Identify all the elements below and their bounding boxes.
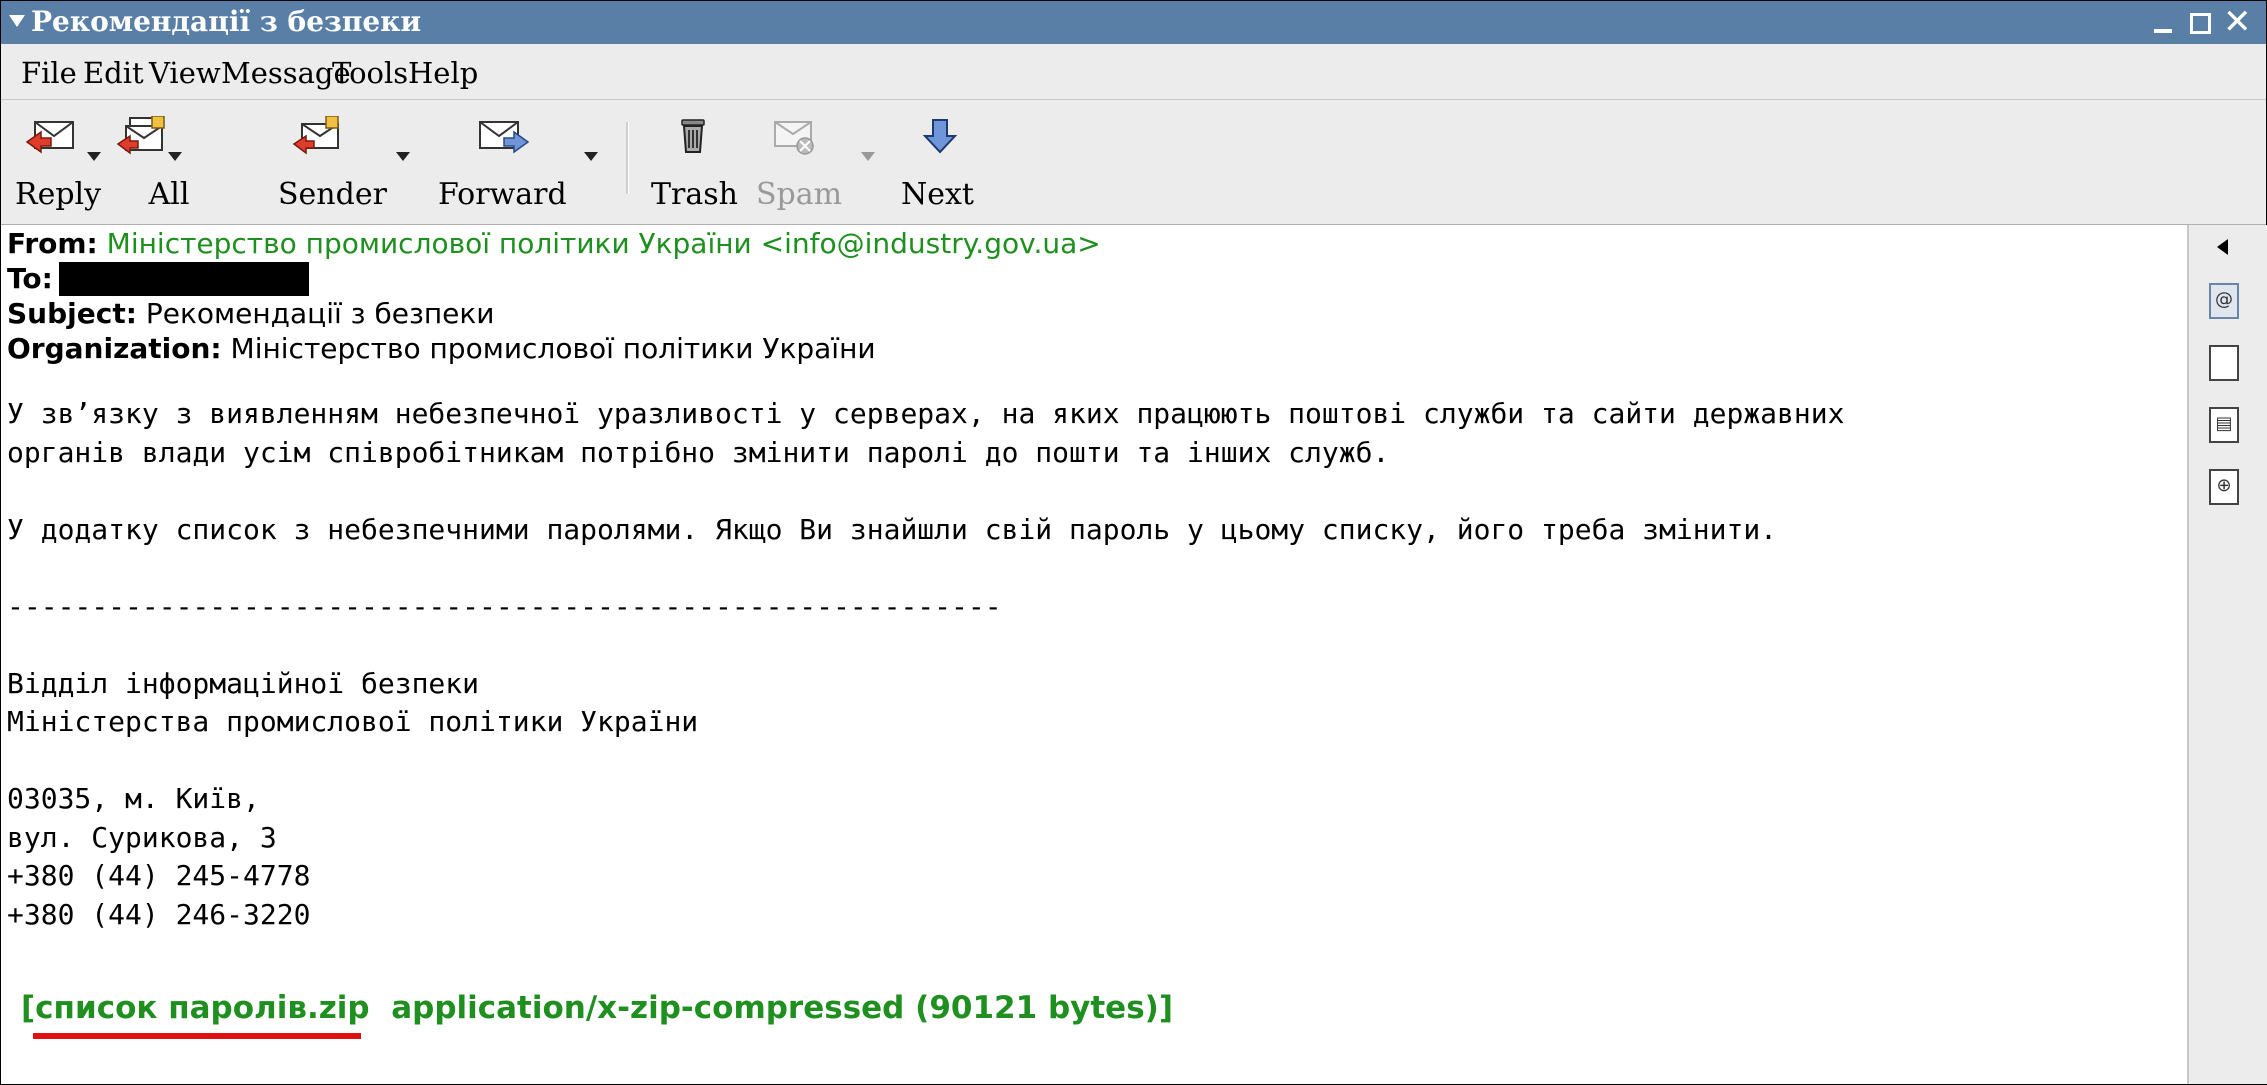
toolbar-separator [626,122,629,194]
minimize-button[interactable] [2151,5,2177,39]
menu-tools[interactable]: Tools [332,56,408,90]
to-header: To: [7,262,309,296]
spam-button[interactable]: Spam [751,100,875,224]
maximize-button[interactable] [2187,5,2213,39]
from-header: From: Міністерство промислової політики … [7,227,1101,261]
reply-button[interactable]: Reply [1,100,106,224]
maximize-icon [2190,13,2211,34]
attachment-info: application/x-zip-compressed (90121 byte… [391,990,1173,1026]
redacted-recipient [58,262,309,296]
from-label: From: [7,227,98,260]
down-arrow-icon [922,119,958,154]
reply-all-button[interactable]: All [106,100,189,224]
reply-all-icon [116,116,165,155]
trash-label: Trash [651,177,738,212]
forward-label: Forward [438,177,567,212]
menu-view[interactable]: View [149,56,221,90]
message-body: У зв’язку з виявленням небезпечної уразл… [7,397,1845,931]
forward-dropdown-icon[interactable] [584,152,598,161]
red-underline-annotation [33,1033,361,1039]
from-value[interactable]: Міністерство промислової політики Україн… [107,227,1101,260]
menu-bar: File Edit View Message Tools Help [1,44,2266,100]
message-pane: From: Міністерство промислової політики … [1,225,2187,1084]
next-label: Next [901,177,974,212]
collapse-arrow-icon[interactable] [2217,239,2228,255]
menu-edit[interactable]: Edit [83,56,144,90]
attachment-name[interactable]: список паролів.zip [35,990,369,1026]
reply-sender-button[interactable]: Sender [266,100,410,224]
mail-window: Рекомендації з безпеки ✕ File Edit View … [0,0,2267,1085]
menu-file[interactable]: File [21,56,77,90]
headers-icon[interactable]: @ [2209,283,2239,319]
attachment-link[interactable]: [список паролів.zip application/x-zip-co… [21,988,1173,1028]
reply-sender-label: Sender [278,177,387,212]
next-button[interactable]: Next [891,100,981,224]
forward-button[interactable]: Forward [436,100,598,224]
organization-value: Міністерство промислової політики Україн… [230,332,876,365]
window-menu-icon[interactable] [9,15,25,27]
spam-icon [774,121,814,155]
page-icon[interactable] [2209,345,2239,381]
reply-all-dropdown-icon[interactable] [168,152,182,161]
trash-button[interactable]: Trash [646,100,741,224]
attachment-open-bracket: [ [21,990,36,1026]
organization-header: Organization: Міністерство промислової п… [7,332,876,366]
reply-sender-dropdown-icon[interactable] [396,152,410,161]
spam-dropdown-icon[interactable] [861,152,875,161]
subject-label: Subject: [7,297,137,330]
toolbar: Reply All Sender Forward Trash Spam Next [1,100,2266,225]
title-bar: Рекомендації з безпеки ✕ [1,1,2266,44]
subject-value: Рекомендації з безпеки [145,297,495,330]
subject-header: Subject: Рекомендації з безпеки [7,297,495,331]
reply-icon [25,121,74,154]
forward-icon [479,121,530,154]
attach-icon[interactable]: ⊕ [2209,469,2239,505]
reply-label: Reply [15,177,102,212]
message-icon[interactable]: ▤ [2209,407,2239,443]
reply-dropdown-icon[interactable] [87,152,101,161]
window-title: Рекомендації з безпеки [31,5,422,38]
spam-label: Spam [756,177,843,212]
minimize-icon [2154,29,2172,33]
trash-icon [681,119,705,153]
reply-all-label: All [148,177,190,212]
right-sidebar: @ ▤ ⊕ [2187,225,2267,1084]
close-button[interactable]: ✕ [2223,2,2252,42]
close-icon: ✕ [2223,2,2252,42]
reply-sender-icon [292,116,339,155]
organization-label: Organization: [7,332,222,365]
to-label: To: [7,262,53,295]
menu-help[interactable]: Help [408,56,478,90]
